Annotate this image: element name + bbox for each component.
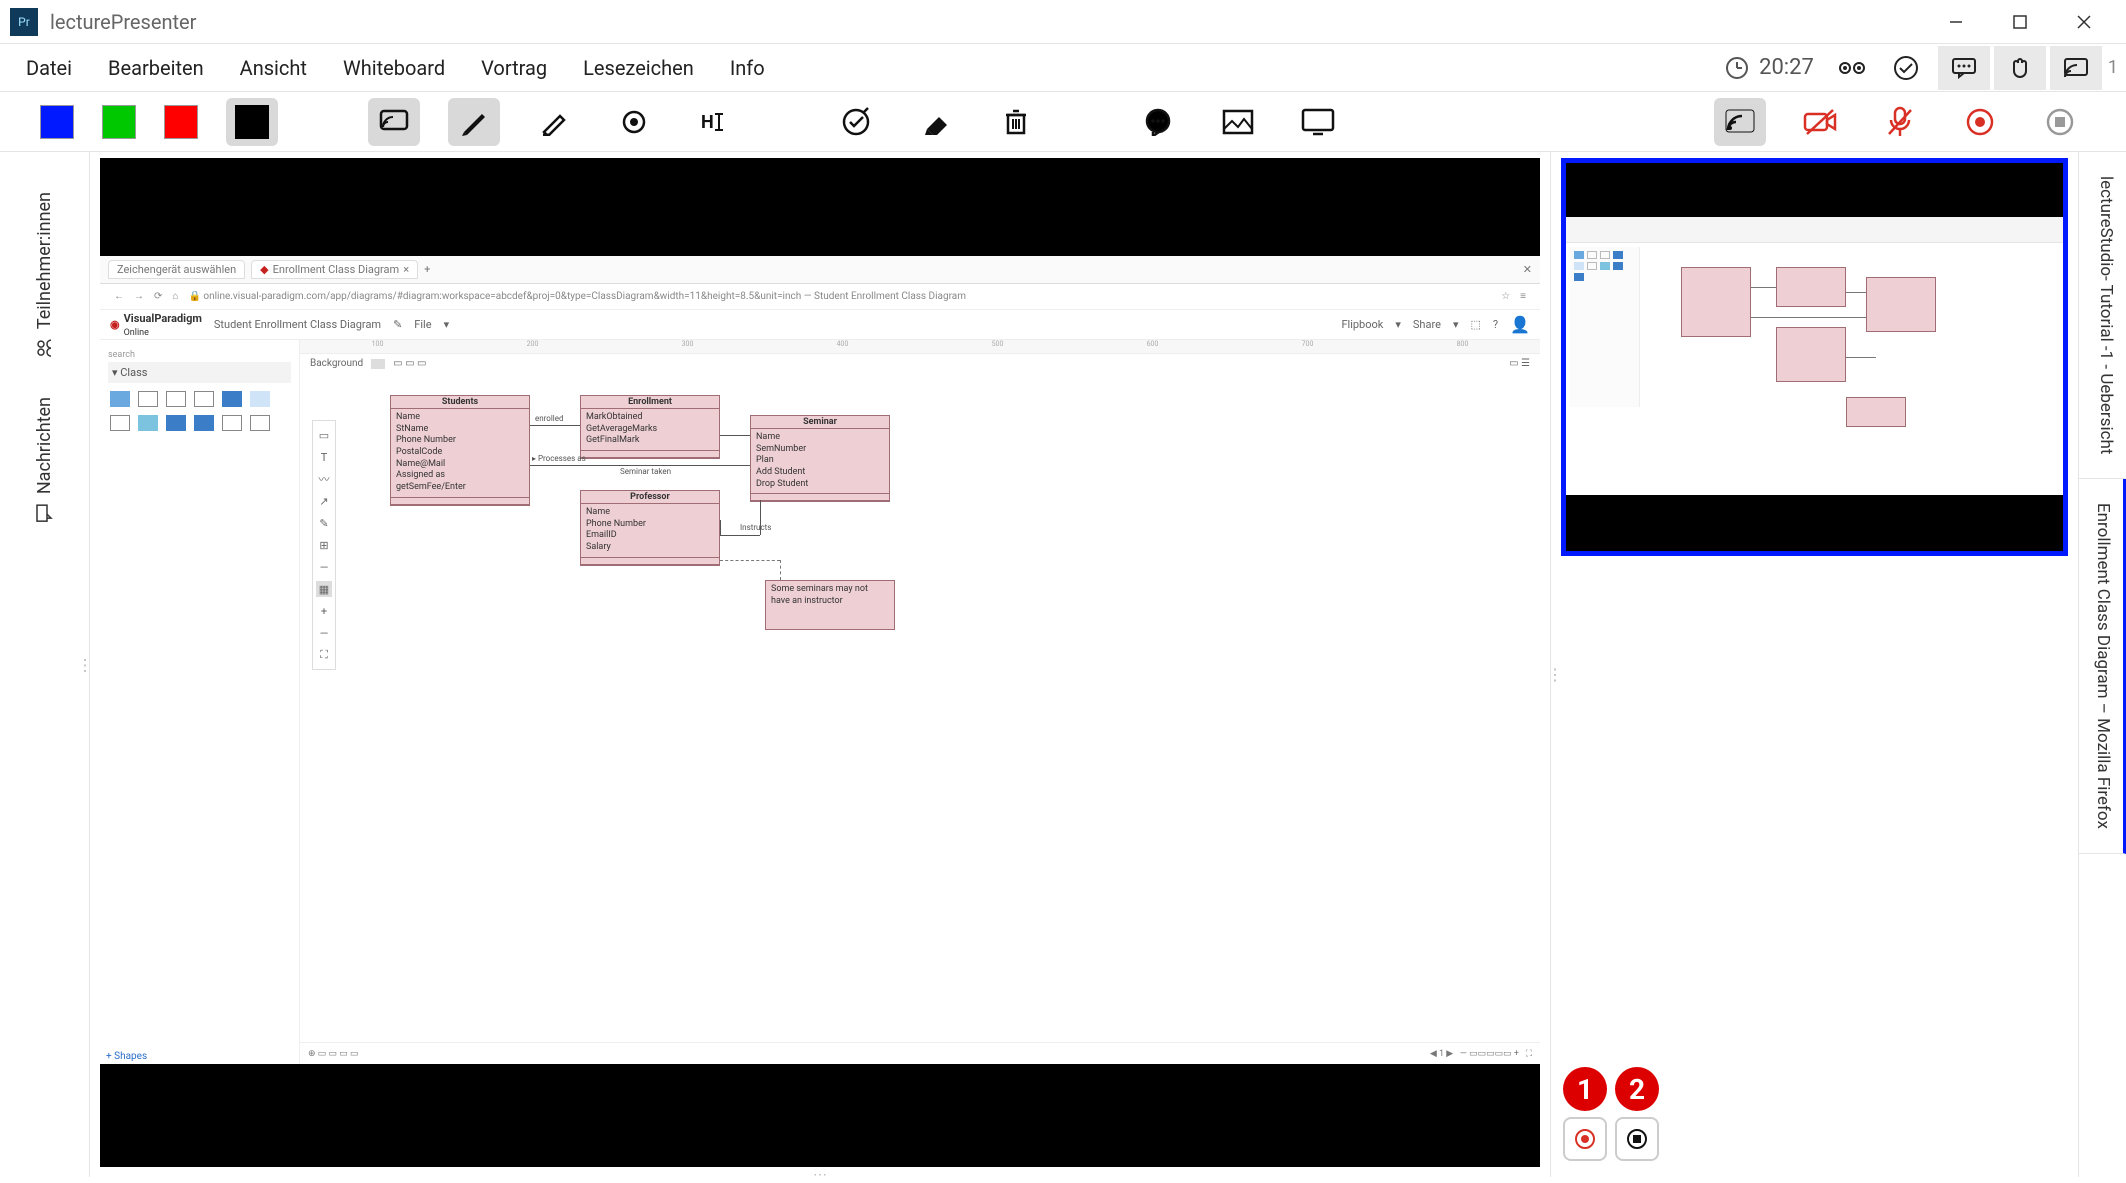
- left-resize-handle[interactable]: ⋮: [77, 655, 93, 674]
- browser-tab-1: Zeichengerät auswählen: [108, 260, 245, 279]
- vp-body: search ▾ Class 100200300400500600700800 …: [100, 340, 1540, 1064]
- clock: 20:27: [1725, 55, 1814, 80]
- chat-tool[interactable]: [1132, 98, 1184, 146]
- uml-note: Some seminars may not have an instructor: [765, 580, 895, 630]
- right-resize-handle[interactable]: ⋮: [1547, 665, 1563, 684]
- vp-doc-title: Student Enrollment Class Diagram: [214, 318, 381, 331]
- laser-pointer-tool[interactable]: [608, 98, 660, 146]
- mini-record-button[interactable]: [1563, 1117, 1607, 1161]
- uml-students: Students Name StName Phone Number Postal…: [390, 395, 530, 506]
- left-sidebar: Teilnehmer:innen Nachrichten ⋮: [0, 152, 90, 1177]
- main-slide[interactable]: Zeichengerät auswählen ◆ Enrollment Clas…: [100, 158, 1540, 1167]
- vp-header: ◉VisualParadigmOnline Student Enrollment…: [100, 310, 1540, 340]
- vp-shapes-sidebar: search ▾ Class: [100, 340, 300, 1064]
- left-tab-messages-label: Nachrichten: [34, 397, 55, 494]
- preview-column: ⋮: [1551, 152, 2078, 1177]
- cast-button[interactable]: [2050, 46, 2102, 90]
- vp-floating-toolbar: ▭T〰↗✎⊞—▦+—⛶: [312, 420, 336, 670]
- color-black-swatch[interactable]: [226, 98, 278, 146]
- app-title: lecturePresenter: [50, 10, 196, 34]
- left-tab-messages[interactable]: Nachrichten: [34, 377, 55, 542]
- menu-whiteboard[interactable]: Whiteboard: [325, 48, 463, 88]
- highlighter-tool[interactable]: [528, 98, 580, 146]
- slide-preview-content: [1566, 217, 2063, 495]
- left-tab-participants-label: Teilnehmer:innen: [34, 192, 55, 329]
- bottom-resize-handle[interactable]: ⋯: [100, 1167, 1540, 1177]
- vp-category-class: ▾ Class: [108, 362, 291, 383]
- menu-info[interactable]: Info: [712, 48, 783, 88]
- image-tool[interactable]: [1212, 98, 1264, 146]
- vp-canvas: 100200300400500600700800 Background ▭ ▭ …: [300, 340, 1540, 1064]
- vp-file-menu: File: [414, 318, 431, 331]
- right-document-tabs: lectureStudio- Tutorial -1 - Uebersicht …: [2078, 152, 2126, 1177]
- screen-share-tool[interactable]: [368, 98, 420, 146]
- right-tab-tutorial[interactable]: lectureStudio- Tutorial -1 - Uebersicht: [2079, 152, 2126, 479]
- screen-count: 1: [2108, 57, 2118, 78]
- mini-stop-button[interactable]: [1615, 1117, 1659, 1161]
- app-icon: Pr: [10, 8, 38, 36]
- text-tool[interactable]: H: [688, 98, 740, 146]
- view-icon[interactable]: [1836, 52, 1868, 84]
- uml-seminar: Seminar Name SemNumber Plan Add Student …: [750, 415, 890, 502]
- menu-ansicht[interactable]: Ansicht: [222, 48, 325, 88]
- toolbar: H: [0, 92, 2126, 152]
- record-tool[interactable]: [1954, 98, 2006, 146]
- color-blue-swatch[interactable]: [40, 105, 74, 139]
- window-minimize-button[interactable]: [1924, 0, 1988, 44]
- window-close-button[interactable]: [2052, 0, 2116, 44]
- uml-enrollment: Enrollment MarkObtained GetAverageMarks …: [580, 395, 720, 459]
- mic-off-tool[interactable]: [1874, 98, 1926, 146]
- pen-tool[interactable]: [448, 98, 500, 146]
- hand-raise-button[interactable]: [1994, 46, 2046, 90]
- eraser-tool[interactable]: [910, 98, 962, 146]
- menubar: Datei Bearbeiten Ansicht Whiteboard Vort…: [0, 44, 2126, 92]
- camera-off-tool[interactable]: [1794, 98, 1846, 146]
- approve-icon[interactable]: [1890, 52, 1922, 84]
- titlebar: Pr lecturePresenter: [0, 0, 2126, 44]
- cast-tool[interactable]: [1714, 98, 1766, 146]
- right-tab-enrollment[interactable]: Enrollment Class Diagram – Mozilla Firef…: [2079, 479, 2126, 854]
- slide-preview-selected[interactable]: [1561, 158, 2068, 556]
- quiz-tool[interactable]: [830, 98, 882, 146]
- clock-icon: [1725, 56, 1749, 80]
- callout-2: 2: [1615, 1067, 1659, 1111]
- svg-text:H: H: [701, 112, 714, 133]
- menu-bearbeiten[interactable]: Bearbeiten: [90, 48, 222, 88]
- browser-tab-2: ◆ Enrollment Class Diagram ×: [251, 260, 418, 279]
- clock-time: 20:27: [1759, 55, 1814, 80]
- menu-vortrag[interactable]: Vortrag: [463, 48, 565, 88]
- slide-area: Zeichengerät auswählen ◆ Enrollment Clas…: [90, 152, 1550, 1177]
- vp-logo: ◉VisualParadigmOnline: [110, 312, 202, 338]
- browser-tabs: Zeichengerät auswählen ◆ Enrollment Clas…: [100, 256, 1540, 284]
- slide-content: Zeichengerät auswählen ◆ Enrollment Clas…: [100, 256, 1540, 1064]
- callout-1: 1: [1563, 1067, 1607, 1111]
- window-maximize-button[interactable]: [1988, 0, 2052, 44]
- browser-urlbar: ←→⟳⌂ 🔒 online.visual-paradigm.com/app/di…: [100, 284, 1540, 310]
- stop-tool[interactable]: [2034, 98, 2086, 146]
- callouts: 1 2: [1563, 1067, 1659, 1161]
- color-red-swatch[interactable]: [164, 105, 198, 139]
- chat-button[interactable]: [1938, 46, 1990, 90]
- color-green-swatch[interactable]: [102, 105, 136, 139]
- uml-professor: Professor Name Phone Number EmailID Sala…: [580, 490, 720, 566]
- menu-lesezeichen[interactable]: Lesezeichen: [565, 48, 712, 88]
- right-panel: ⋮: [1550, 152, 2126, 1177]
- left-tab-participants[interactable]: Teilnehmer:innen: [34, 172, 55, 377]
- menu-datei[interactable]: Datei: [8, 48, 90, 88]
- delete-tool[interactable]: [990, 98, 1042, 146]
- monitor-tool[interactable]: [1292, 98, 1344, 146]
